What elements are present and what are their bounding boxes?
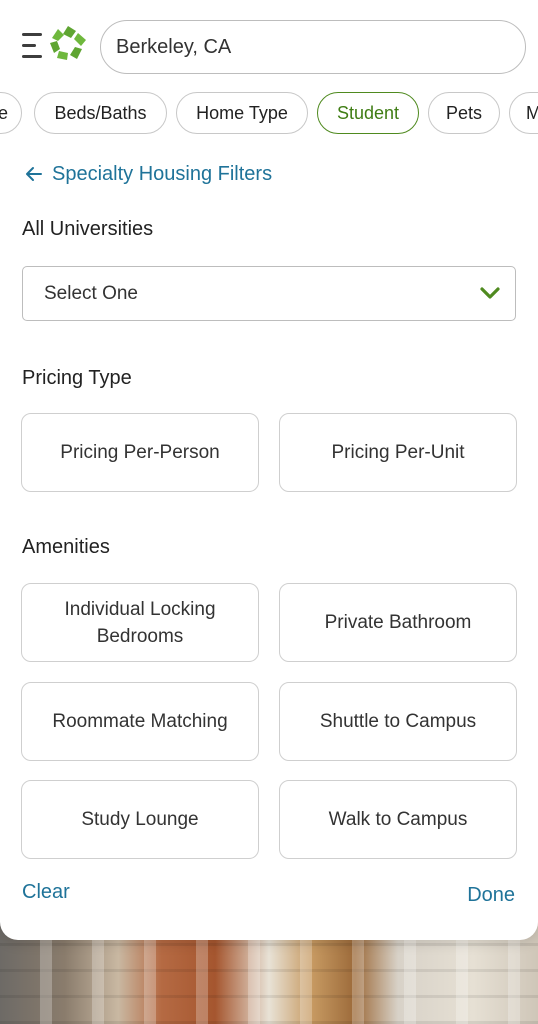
clear-button[interactable]: Clear (22, 881, 70, 904)
option-label: Roommate Matching (52, 711, 228, 732)
chip-label: Beds/Baths (54, 102, 147, 123)
back-link-label: Specialty Housing Filters (52, 162, 273, 185)
chip-student[interactable]: Student (317, 92, 419, 134)
filter-chip-row: e Beds/Baths Home Type Student Pets M (0, 92, 538, 134)
apartments-logo-icon[interactable] (48, 24, 88, 64)
chip-home-type[interactable]: Home Type (176, 92, 308, 134)
chip-more[interactable]: M (509, 92, 538, 134)
search-value: Berkeley, CA (116, 35, 232, 58)
hamburger-menu-icon[interactable] (22, 33, 44, 61)
location-search-input[interactable]: Berkeley, CA (100, 20, 526, 74)
chip-label: M (526, 103, 538, 124)
pricing-type-heading: Pricing Type (22, 367, 132, 389)
amenity-private-bathroom[interactable]: Private Bathroom (279, 583, 517, 662)
option-label: Pricing Per-Unit (331, 442, 465, 463)
chip-label: Pets (445, 102, 483, 123)
university-select[interactable]: Select One (22, 266, 516, 321)
amenity-shuttle-to-campus[interactable]: Shuttle to Campus (279, 682, 517, 761)
option-label: Shuttle to Campus (319, 711, 477, 732)
chip-beds-baths[interactable]: Beds/Baths (34, 92, 167, 134)
arrow-left-icon (26, 167, 42, 181)
amenity-walk-to-campus[interactable]: Walk to Campus (279, 780, 517, 859)
pricing-per-person-option[interactable]: Pricing Per-Person (21, 413, 259, 492)
amenity-study-lounge[interactable]: Study Lounge (21, 780, 259, 859)
chip-label: Home Type (196, 102, 288, 123)
chevron-down-icon (480, 287, 500, 299)
amenity-individual-locking-bedrooms[interactable]: Individual Locking Bedrooms (21, 583, 259, 662)
chip-label: Student (336, 102, 400, 123)
chip-pets[interactable]: Pets (428, 92, 500, 134)
done-button[interactable]: Done (467, 884, 515, 907)
chip-label: e (0, 103, 8, 124)
option-label: Walk to Campus (328, 809, 468, 830)
option-label: Private Bathroom (324, 612, 472, 633)
university-select-value: Select One (44, 282, 138, 304)
specialty-housing-back-link[interactable]: Specialty Housing Filters (24, 160, 272, 188)
amenity-roommate-matching[interactable]: Roommate Matching (21, 682, 259, 761)
chip-price[interactable]: e (0, 92, 22, 134)
universities-heading: All Universities (22, 218, 154, 240)
amenities-heading: Amenities (22, 536, 110, 558)
option-label: Pricing Per-Person (60, 442, 220, 463)
filter-sheet: Berkeley, CA e Beds/Baths Home Type Stud… (0, 0, 538, 940)
option-label: Individual Locking Bedrooms (64, 598, 216, 647)
option-label: Study Lounge (81, 809, 199, 830)
pricing-per-unit-option[interactable]: Pricing Per-Unit (279, 413, 517, 492)
